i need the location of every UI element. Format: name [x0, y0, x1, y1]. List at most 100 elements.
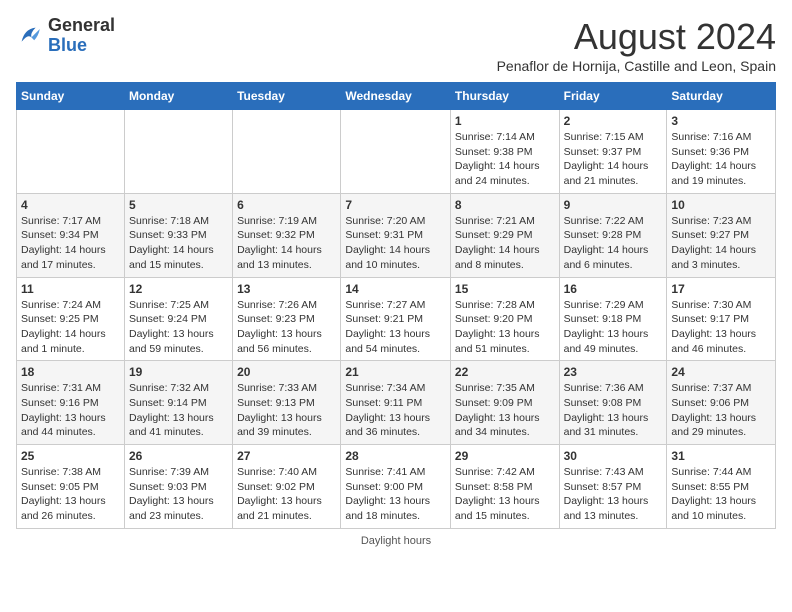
week-row-2: 4Sunrise: 7:17 AM Sunset: 9:34 PM Daylig… — [17, 193, 776, 277]
calendar-cell — [233, 110, 341, 194]
calendar-cell: 27 Sunrise: 7:40 AM Sunset: 9:02 PM Dayli… — [233, 445, 341, 529]
day-info: Sunrise: 7:44 AM Sunset: 8:55 PM Dayligh… — [671, 465, 771, 524]
day-info: Sunrise: 7:24 AM Sunset: 9:25 PM Dayligh… — [21, 298, 120, 357]
day-number: 30 — [564, 449, 663, 463]
calendar-cell — [17, 110, 125, 194]
calendar-cell: 20 Sunrise: 7:33 AM Sunset: 9:13 PM Dayli… — [233, 361, 341, 445]
day-number: 17 — [671, 282, 771, 296]
day-info: Sunrise: 7:30 AM Sunset: 9:17 PM Dayligh… — [671, 298, 771, 357]
day-info: Sunrise: 7:29 AM Sunset: 9:18 PM Dayligh… — [564, 298, 663, 357]
day-info: Sunrise: 7:37 AM Sunset: 9:06 PM Dayligh… — [671, 381, 771, 440]
calendar-cell: 3 Sunrise: 7:16 AM Sunset: 9:36 PM Daylig… — [667, 110, 776, 194]
day-info: Sunrise: 7:15 AM Sunset: 9:37 PM Dayligh… — [564, 130, 663, 189]
day-number: 24 — [671, 365, 771, 379]
day-number: 23 — [564, 365, 663, 379]
calendar-cell: 5 Sunrise: 7:18 AM Sunset: 9:33 PM Daylig… — [124, 193, 232, 277]
day-info: Sunrise: 7:36 AM Sunset: 9:08 PM Dayligh… — [564, 381, 663, 440]
calendar-cell: 10Sunrise: 7:23 AM Sunset: 9:27 PM Dayli… — [667, 193, 776, 277]
logo-general: General — [48, 15, 115, 35]
day-info: Sunrise: 7:40 AM Sunset: 9:02 PM Dayligh… — [237, 465, 336, 524]
day-number: 20 — [237, 365, 336, 379]
calendar-cell: 9 Sunrise: 7:22 AM Sunset: 9:28 PM Daylig… — [559, 193, 667, 277]
subtitle: Penaflor de Hornija, Castille and Leon, … — [497, 58, 776, 74]
day-of-week-monday: Monday — [124, 83, 232, 110]
day-number: 28 — [345, 449, 446, 463]
day-of-week-sunday: Sunday — [17, 83, 125, 110]
day-number: 18 — [21, 365, 120, 379]
day-number: 5 — [129, 198, 228, 212]
week-row-3: 11 Sunrise: 7:24 AM Sunset: 9:25 PM Dayli… — [17, 277, 776, 361]
day-of-week-thursday: Thursday — [450, 83, 559, 110]
day-number: 31 — [671, 449, 771, 463]
day-info: Sunrise: 7:20 AM Sunset: 9:31 PM Dayligh… — [345, 214, 446, 273]
calendar-cell: 29Sunrise: 7:42 AM Sunset: 8:58 PM Dayli… — [450, 445, 559, 529]
logo: General Blue — [16, 16, 115, 56]
day-number: 1 — [455, 114, 555, 128]
day-number: 16 — [564, 282, 663, 296]
calendar-cell — [124, 110, 232, 194]
week-row-1: 1Sunrise: 7:14 AM Sunset: 9:38 PM Daylig… — [17, 110, 776, 194]
calendar-table: SundayMondayTuesdayWednesdayThursdayFrid… — [16, 82, 776, 529]
day-number: 21 — [345, 365, 446, 379]
logo-text: General Blue — [48, 16, 115, 56]
month-title: August 2024 — [497, 16, 776, 58]
calendar-cell: 7 Sunrise: 7:20 AM Sunset: 9:31 PM Daylig… — [341, 193, 451, 277]
day-info: Sunrise: 7:22 AM Sunset: 9:28 PM Dayligh… — [564, 214, 663, 273]
day-of-week-wednesday: Wednesday — [341, 83, 451, 110]
calendar-cell: 28Sunrise: 7:41 AM Sunset: 9:00 PM Dayli… — [341, 445, 451, 529]
calendar-cell: 13Sunrise: 7:26 AM Sunset: 9:23 PM Dayli… — [233, 277, 341, 361]
day-number: 27 — [237, 449, 336, 463]
day-info: Sunrise: 7:32 AM Sunset: 9:14 PM Dayligh… — [129, 381, 228, 440]
day-info: Sunrise: 7:16 AM Sunset: 9:36 PM Dayligh… — [671, 130, 771, 189]
calendar-cell: 2Sunrise: 7:15 AM Sunset: 9:37 PM Daylig… — [559, 110, 667, 194]
day-info: Sunrise: 7:23 AM Sunset: 9:27 PM Dayligh… — [671, 214, 771, 273]
calendar-cell: 12 Sunrise: 7:25 AM Sunset: 9:24 PM Dayli… — [124, 277, 232, 361]
calendar-cell: 19Sunrise: 7:32 AM Sunset: 9:14 PM Dayli… — [124, 361, 232, 445]
day-number: 8 — [455, 198, 555, 212]
calendar-cell: 6Sunrise: 7:19 AM Sunset: 9:32 PM Daylig… — [233, 193, 341, 277]
day-number: 9 — [564, 198, 663, 212]
calendar-cell: 21 Sunrise: 7:34 AM Sunset: 9:11 PM Dayli… — [341, 361, 451, 445]
daylight-label: Daylight hours — [361, 535, 431, 547]
day-info: Sunrise: 7:38 AM Sunset: 9:05 PM Dayligh… — [21, 465, 120, 524]
calendar-cell: 22Sunrise: 7:35 AM Sunset: 9:09 PM Dayli… — [450, 361, 559, 445]
calendar-cell: 1Sunrise: 7:14 AM Sunset: 9:38 PM Daylig… — [450, 110, 559, 194]
day-info: Sunrise: 7:26 AM Sunset: 9:23 PM Dayligh… — [237, 298, 336, 357]
day-number: 3 — [671, 114, 771, 128]
day-number: 14 — [345, 282, 446, 296]
day-number: 15 — [455, 282, 555, 296]
day-info: Sunrise: 7:34 AM Sunset: 9:11 PM Dayligh… — [345, 381, 446, 440]
day-info: Sunrise: 7:19 AM Sunset: 9:32 PM Dayligh… — [237, 214, 336, 273]
day-info: Sunrise: 7:17 AM Sunset: 9:34 PM Dayligh… — [21, 214, 120, 273]
calendar-cell: 8 Sunrise: 7:21 AM Sunset: 9:29 PM Daylig… — [450, 193, 559, 277]
day-info: Sunrise: 7:31 AM Sunset: 9:16 PM Dayligh… — [21, 381, 120, 440]
day-info: Sunrise: 7:39 AM Sunset: 9:03 PM Dayligh… — [129, 465, 228, 524]
day-number: 25 — [21, 449, 120, 463]
logo-bird-icon — [16, 22, 44, 50]
day-number: 11 — [21, 282, 120, 296]
calendar-cell: 11 Sunrise: 7:24 AM Sunset: 9:25 PM Dayli… — [17, 277, 125, 361]
day-number: 22 — [455, 365, 555, 379]
header: General Blue August 2024 Penaflor de Hor… — [16, 16, 776, 74]
calendar-cell: 4Sunrise: 7:17 AM Sunset: 9:34 PM Daylig… — [17, 193, 125, 277]
day-of-week-friday: Friday — [559, 83, 667, 110]
day-info: Sunrise: 7:18 AM Sunset: 9:33 PM Dayligh… — [129, 214, 228, 273]
day-number: 12 — [129, 282, 228, 296]
day-info: Sunrise: 7:33 AM Sunset: 9:13 PM Dayligh… — [237, 381, 336, 440]
calendar-cell — [341, 110, 451, 194]
day-info: Sunrise: 7:21 AM Sunset: 9:29 PM Dayligh… — [455, 214, 555, 273]
day-number: 26 — [129, 449, 228, 463]
day-info: Sunrise: 7:27 AM Sunset: 9:21 PM Dayligh… — [345, 298, 446, 357]
day-info: Sunrise: 7:25 AM Sunset: 9:24 PM Dayligh… — [129, 298, 228, 357]
calendar-cell: 30Sunrise: 7:43 AM Sunset: 8:57 PM Dayli… — [559, 445, 667, 529]
calendar-cell: 26 Sunrise: 7:39 AM Sunset: 9:03 PM Dayli… — [124, 445, 232, 529]
day-number: 29 — [455, 449, 555, 463]
calendar-cell: 18 Sunrise: 7:31 AM Sunset: 9:16 PM Dayli… — [17, 361, 125, 445]
calendar-cell: 14 Sunrise: 7:27 AM Sunset: 9:21 PM Dayli… — [341, 277, 451, 361]
day-number: 7 — [345, 198, 446, 212]
days-header-row: SundayMondayTuesdayWednesdayThursdayFrid… — [17, 83, 776, 110]
calendar-cell: 31 Sunrise: 7:44 AM Sunset: 8:55 PM Dayli… — [667, 445, 776, 529]
calendar-cell: 17 Sunrise: 7:30 AM Sunset: 9:17 PM Dayli… — [667, 277, 776, 361]
day-info: Sunrise: 7:28 AM Sunset: 9:20 PM Dayligh… — [455, 298, 555, 357]
day-of-week-tuesday: Tuesday — [233, 83, 341, 110]
